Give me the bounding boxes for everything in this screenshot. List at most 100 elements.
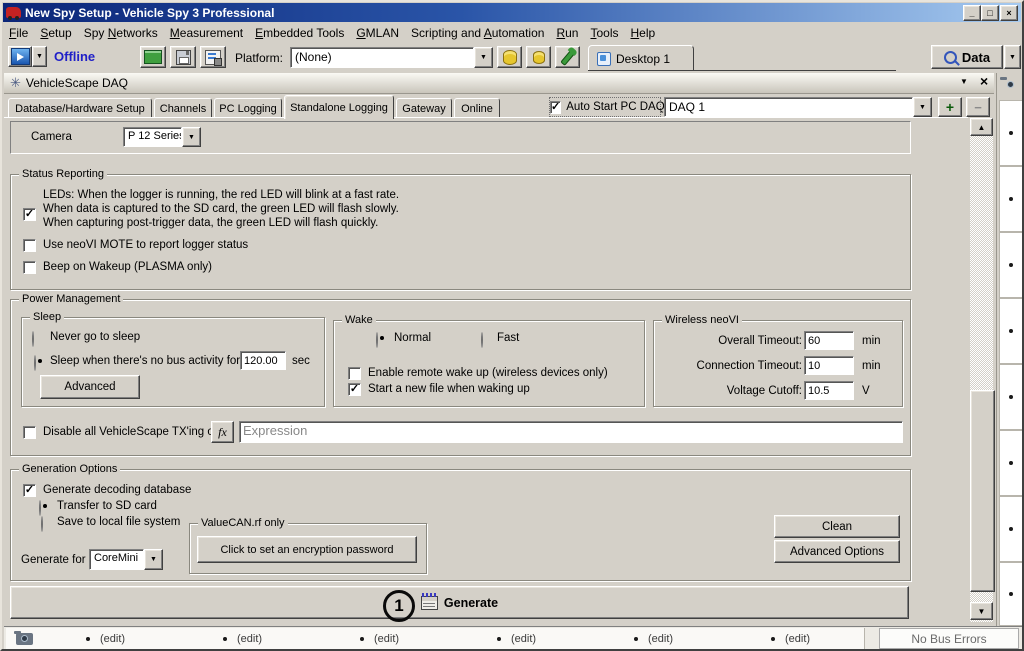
remote-wakeup-label: Enable remote wake up (wireless devices …	[368, 367, 608, 379]
panel-close-icon[interactable]: ×	[980, 73, 988, 89]
generation-options-legend: Generation Options	[19, 462, 120, 476]
encryption-password-button[interactable]: Click to set an encryption password	[197, 536, 417, 563]
scrollbar-thumb[interactable]	[970, 390, 995, 592]
dock-slot[interactable]	[999, 232, 1023, 298]
statusbar-edit-slot[interactable]: (edit)	[590, 628, 728, 649]
clean-button[interactable]: Clean	[774, 515, 900, 538]
scroll-down-button[interactable]: ▼	[970, 602, 993, 620]
camera-dropdown-icon[interactable]: ▼	[182, 127, 201, 147]
menu-gmlan[interactable]: GMLAN	[350, 24, 405, 42]
run-dropdown-button[interactable]: ▼	[32, 46, 47, 67]
menu-embedded-tools[interactable]: Embedded Tools	[249, 24, 350, 42]
statusbar-edit-slot[interactable]: (edit)	[316, 628, 454, 649]
statusbar-edit-slot[interactable]: (edit)	[453, 628, 591, 649]
overall-timeout-input[interactable]	[804, 331, 854, 350]
close-button[interactable]: ×	[1000, 5, 1018, 21]
dock-slot[interactable]	[999, 430, 1023, 496]
wake-normal-radio[interactable]	[376, 332, 378, 348]
menu-scripting-automation[interactable]: Scripting and Automation	[405, 24, 550, 42]
edit-label[interactable]: (edit)	[648, 633, 673, 645]
data-dropdown-button[interactable]: ▼	[1004, 45, 1021, 69]
dock-slot[interactable]	[999, 100, 1023, 166]
maximize-button[interactable]: □	[981, 5, 999, 21]
save-local-radio[interactable]	[41, 516, 43, 532]
voltage-cutoff-input[interactable]	[804, 381, 854, 400]
remove-daq-button[interactable]: −	[966, 97, 990, 117]
right-dock-strip	[996, 73, 1024, 626]
statusbar-edit-slot[interactable]: (edit)	[42, 628, 180, 649]
beep-wakeup-checkbox[interactable]	[23, 261, 36, 274]
tab-online[interactable]: Online	[454, 98, 500, 118]
data-button[interactable]: Data	[931, 45, 1003, 69]
tab-gateway[interactable]: Gateway	[396, 98, 452, 118]
add-daq-button[interactable]: +	[938, 97, 962, 117]
generate-button[interactable]: Generate	[10, 586, 909, 619]
database-save-button[interactable]	[526, 46, 551, 68]
sleep-seconds-input[interactable]	[240, 351, 286, 370]
run-button[interactable]	[8, 46, 32, 67]
neovi-mote-label: Use neoVI MOTE to report logger status	[43, 239, 248, 251]
sleep-no-bus-radio[interactable]	[34, 355, 36, 371]
generate-icon	[421, 596, 438, 610]
tools-wrench-button[interactable]	[555, 46, 580, 68]
leds-checkbox[interactable]: ✓	[23, 208, 36, 221]
minimize-button[interactable]: _	[963, 5, 981, 21]
save-button[interactable]	[170, 46, 196, 68]
sleep-advanced-button[interactable]: Advanced	[40, 375, 140, 399]
menu-spy-networks[interactable]: Spy Networks	[78, 24, 164, 42]
menu-run[interactable]: Run	[550, 24, 584, 42]
generate-for-dropdown-icon[interactable]: ▼	[144, 549, 163, 570]
remote-wakeup-checkbox[interactable]	[348, 367, 361, 380]
tab-standalone-logging[interactable]: Standalone Logging	[284, 95, 394, 119]
edit-label[interactable]: (edit)	[237, 633, 262, 645]
dock-slot[interactable]	[999, 166, 1023, 232]
save-setup-button[interactable]	[200, 46, 226, 68]
dock-slot[interactable]	[999, 298, 1023, 364]
dock-slot[interactable]	[999, 364, 1023, 430]
network-setup-button[interactable]	[140, 46, 166, 68]
new-file-checkbox[interactable]: ✓	[348, 383, 361, 396]
never-sleep-radio[interactable]	[32, 331, 34, 347]
camera-select[interactable]: P 12 Series ▼	[123, 127, 201, 147]
neovi-mote-checkbox[interactable]	[23, 239, 36, 252]
fx-expression-button[interactable]: fx	[211, 421, 234, 443]
disable-txing-checkbox[interactable]	[23, 426, 36, 439]
panel-collapse-icon[interactable]: ▼	[960, 77, 968, 86]
database-button[interactable]	[497, 46, 522, 68]
statusbar-edit-slot[interactable]: (edit)	[727, 628, 865, 649]
dot-icon	[771, 637, 775, 641]
statusbar-edit-slot[interactable]: (edit)	[179, 628, 317, 649]
auto-start-pc-daq-checkbox[interactable]: ✓ Auto Start PC DAQ	[550, 98, 660, 116]
vehiclescape-icon: ✳	[10, 75, 21, 91]
generate-for-select[interactable]: CoreMini ▼	[89, 549, 163, 570]
menu-tools[interactable]: Tools	[584, 24, 624, 42]
advanced-options-button[interactable]: Advanced Options	[774, 540, 900, 563]
menu-setup[interactable]: Setup	[34, 24, 77, 42]
tab-pc-logging[interactable]: PC Logging	[214, 98, 282, 118]
daq-value: DAQ 1	[664, 97, 913, 117]
menu-file[interactable]: File	[3, 24, 34, 42]
auto-start-check-icon[interactable]: ✓	[550, 101, 561, 114]
edit-label[interactable]: (edit)	[100, 633, 125, 645]
platform-select[interactable]: (None) ▼	[290, 47, 493, 68]
daq-select[interactable]: DAQ 1 ▼	[664, 97, 932, 117]
menu-help[interactable]: Help	[625, 24, 662, 42]
scroll-up-button[interactable]: ▲	[970, 118, 993, 136]
transfer-sd-radio[interactable]	[39, 500, 41, 516]
dock-slot[interactable]	[999, 562, 1023, 626]
edit-label[interactable]: (edit)	[511, 633, 536, 645]
tab-channels[interactable]: Channels	[154, 98, 212, 118]
platform-dropdown-icon[interactable]: ▼	[474, 47, 493, 68]
edit-label[interactable]: (edit)	[374, 633, 399, 645]
statusbar-camera-cell[interactable]	[6, 628, 43, 649]
dock-slot[interactable]	[999, 496, 1023, 562]
wake-fast-radio[interactable]	[481, 332, 483, 348]
expression-input[interactable]	[239, 421, 903, 443]
daq-dropdown-icon[interactable]: ▼	[913, 97, 932, 117]
edit-label[interactable]: (edit)	[785, 633, 810, 645]
tab-database-hardware-setup[interactable]: Database/Hardware Setup	[8, 98, 152, 118]
menu-measurement[interactable]: Measurement	[164, 24, 249, 42]
generate-decoding-checkbox[interactable]: ✓	[23, 484, 36, 497]
connection-timeout-input[interactable]	[804, 356, 854, 375]
tab-desktop-1[interactable]: Desktop 1	[588, 45, 694, 71]
